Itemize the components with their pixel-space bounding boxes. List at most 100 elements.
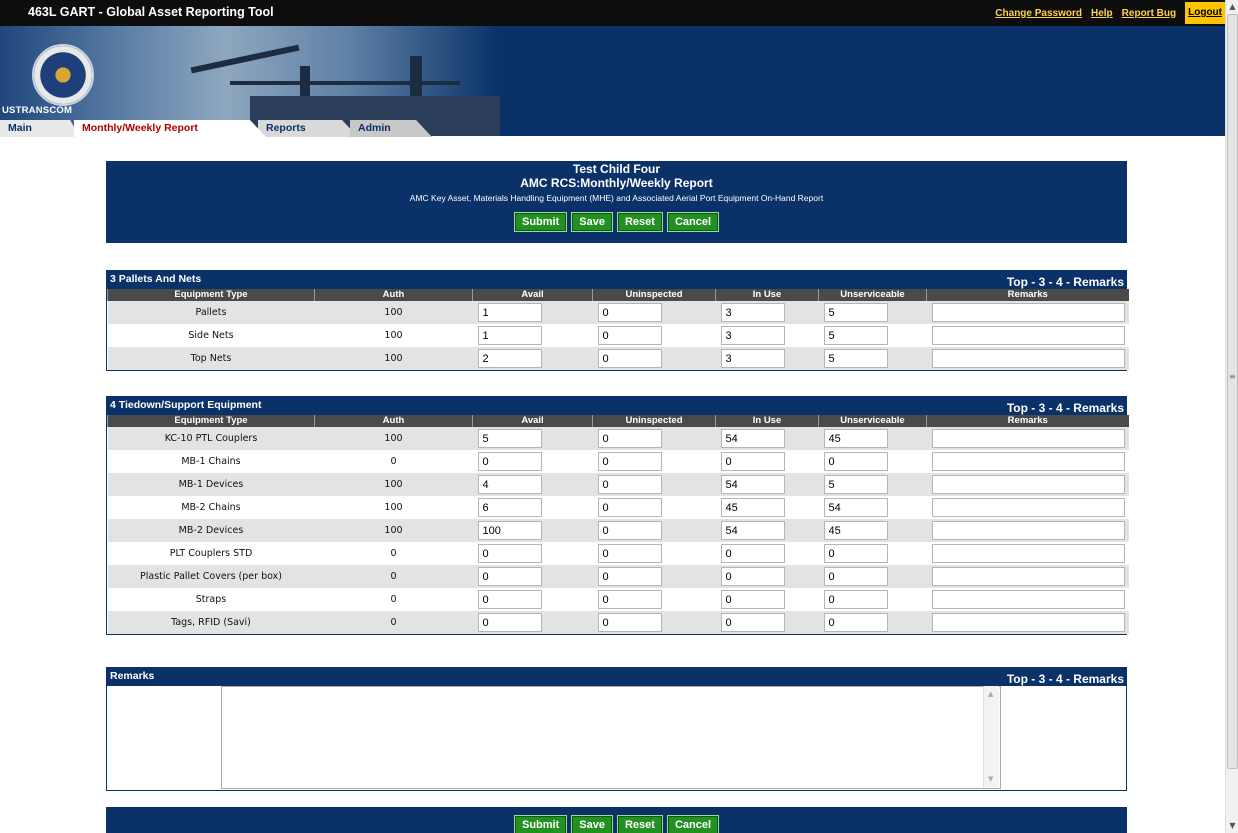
page-scrollbar[interactable]: ▲ ≡ ▼	[1225, 0, 1238, 833]
inuse-input[interactable]	[720, 521, 785, 540]
scroll-up-icon[interactable]: ▲	[1226, 0, 1238, 14]
avail-input[interactable]	[477, 303, 542, 322]
unserviceable-input[interactable]	[823, 544, 888, 563]
uninspected-input[interactable]	[597, 590, 662, 609]
remarks-input[interactable]	[931, 349, 1125, 368]
report-bug-link[interactable]: Report Bug	[1122, 8, 1176, 19]
scroll-down-icon[interactable]: ▼	[1226, 819, 1238, 833]
uninspected-input[interactable]	[597, 498, 662, 517]
remarks-input[interactable]	[931, 613, 1125, 632]
inuse-input[interactable]	[720, 567, 785, 586]
tab-monthly-weekly-report[interactable]: Monthly/Weekly Report	[74, 120, 266, 137]
footer-cancel-button[interactable]: Cancel	[666, 815, 720, 833]
uninspected-cell	[592, 611, 716, 634]
unserviceable-input[interactable]	[823, 326, 888, 345]
unserviceable-cell	[818, 301, 927, 324]
avail-cell	[472, 588, 593, 611]
ustranscom-seal-icon	[32, 44, 94, 106]
textarea-scrollbar[interactable]: ▲ ▼	[983, 686, 999, 787]
avail-input[interactable]	[477, 475, 542, 494]
tab-admin[interactable]: Admin	[350, 120, 432, 137]
uninspected-input[interactable]	[597, 475, 662, 494]
grip-icon: ≡	[1229, 372, 1236, 381]
unserviceable-input[interactable]	[823, 429, 888, 448]
unserviceable-input[interactable]	[823, 521, 888, 540]
equipment-type-cell: Straps	[107, 588, 315, 611]
uninspected-input[interactable]	[597, 544, 662, 563]
tab-reports[interactable]: Reports	[258, 120, 358, 137]
change-password-link[interactable]: Change Password	[995, 8, 1082, 19]
inuse-input[interactable]	[720, 613, 785, 632]
remarks-input[interactable]	[931, 521, 1125, 540]
avail-input[interactable]	[477, 613, 542, 632]
remarks-input[interactable]	[931, 567, 1125, 586]
uninspected-input[interactable]	[597, 429, 662, 448]
inuse-cell	[715, 347, 819, 370]
unserviceable-cell	[818, 588, 927, 611]
unserviceable-input[interactable]	[823, 349, 888, 368]
uninspected-input[interactable]	[597, 521, 662, 540]
inuse-input[interactable]	[720, 349, 785, 368]
uninspected-input[interactable]	[597, 349, 662, 368]
scroll-up-icon[interactable]: ▲	[988, 690, 993, 698]
section-header: 4 Tiedown/Support Equipment Top - 3 - 4 …	[107, 397, 1126, 415]
scroll-down-icon[interactable]: ▼	[988, 775, 993, 783]
remarks-input[interactable]	[931, 475, 1125, 494]
remarks-textarea[interactable]	[221, 686, 1001, 789]
avail-input[interactable]	[477, 326, 542, 345]
tab-main[interactable]: Main	[0, 120, 80, 137]
avail-input[interactable]	[477, 567, 542, 586]
remarks-input[interactable]	[931, 544, 1125, 563]
footer-save-button[interactable]: Save	[571, 815, 613, 833]
avail-cell	[472, 301, 593, 324]
avail-input[interactable]	[477, 452, 542, 471]
inuse-input[interactable]	[720, 429, 785, 448]
cancel-button[interactable]: Cancel	[666, 212, 720, 232]
uninspected-input[interactable]	[597, 326, 662, 345]
inuse-input[interactable]	[720, 326, 785, 345]
avail-input[interactable]	[477, 590, 542, 609]
inuse-input[interactable]	[720, 544, 785, 563]
footer-reset-button[interactable]: Reset	[616, 815, 663, 833]
reset-button[interactable]: Reset	[616, 212, 663, 232]
uninspected-input[interactable]	[597, 613, 662, 632]
section-nav-links[interactable]: Top - 3 - 4 - Remarks	[1007, 275, 1124, 289]
remarks-input[interactable]	[931, 326, 1125, 345]
remarks-input[interactable]	[931, 303, 1125, 322]
unserviceable-input[interactable]	[823, 567, 888, 586]
inuse-input[interactable]	[720, 590, 785, 609]
unserviceable-cell	[818, 347, 927, 370]
submit-button[interactable]: Submit	[513, 212, 568, 232]
unserviceable-input[interactable]	[823, 613, 888, 632]
remarks-input[interactable]	[931, 590, 1125, 609]
unserviceable-input[interactable]	[823, 498, 888, 517]
avail-input[interactable]	[477, 349, 542, 368]
inuse-input[interactable]	[720, 452, 785, 471]
footer-submit-button[interactable]: Submit	[513, 815, 568, 833]
inuse-input[interactable]	[720, 475, 785, 494]
unserviceable-input[interactable]	[823, 303, 888, 322]
remarks-input[interactable]	[931, 452, 1125, 471]
help-link[interactable]: Help	[1091, 8, 1113, 19]
uninspected-input[interactable]	[597, 452, 662, 471]
save-button[interactable]: Save	[571, 212, 613, 232]
inuse-input[interactable]	[720, 498, 785, 517]
remarks-input[interactable]	[931, 429, 1125, 448]
remarks-input[interactable]	[931, 498, 1125, 517]
uninspected-input[interactable]	[597, 567, 662, 586]
unserviceable-cell	[818, 496, 927, 519]
inuse-input[interactable]	[720, 303, 785, 322]
avail-input[interactable]	[477, 521, 542, 540]
avail-input[interactable]	[477, 498, 542, 517]
avail-input[interactable]	[477, 544, 542, 563]
uninspected-input[interactable]	[597, 303, 662, 322]
avail-input[interactable]	[477, 429, 542, 448]
section-nav-links[interactable]: Top - 3 - 4 - Remarks	[1007, 401, 1124, 415]
unserviceable-input[interactable]	[823, 452, 888, 471]
logout-link[interactable]: Logout	[1185, 2, 1225, 24]
unserviceable-input[interactable]	[823, 475, 888, 494]
unserviceable-input[interactable]	[823, 590, 888, 609]
scrollbar-thumb[interactable]	[1227, 14, 1238, 769]
section-nav-links[interactable]: Top - 3 - 4 - Remarks	[1007, 672, 1124, 686]
uninspected-cell	[592, 473, 716, 496]
